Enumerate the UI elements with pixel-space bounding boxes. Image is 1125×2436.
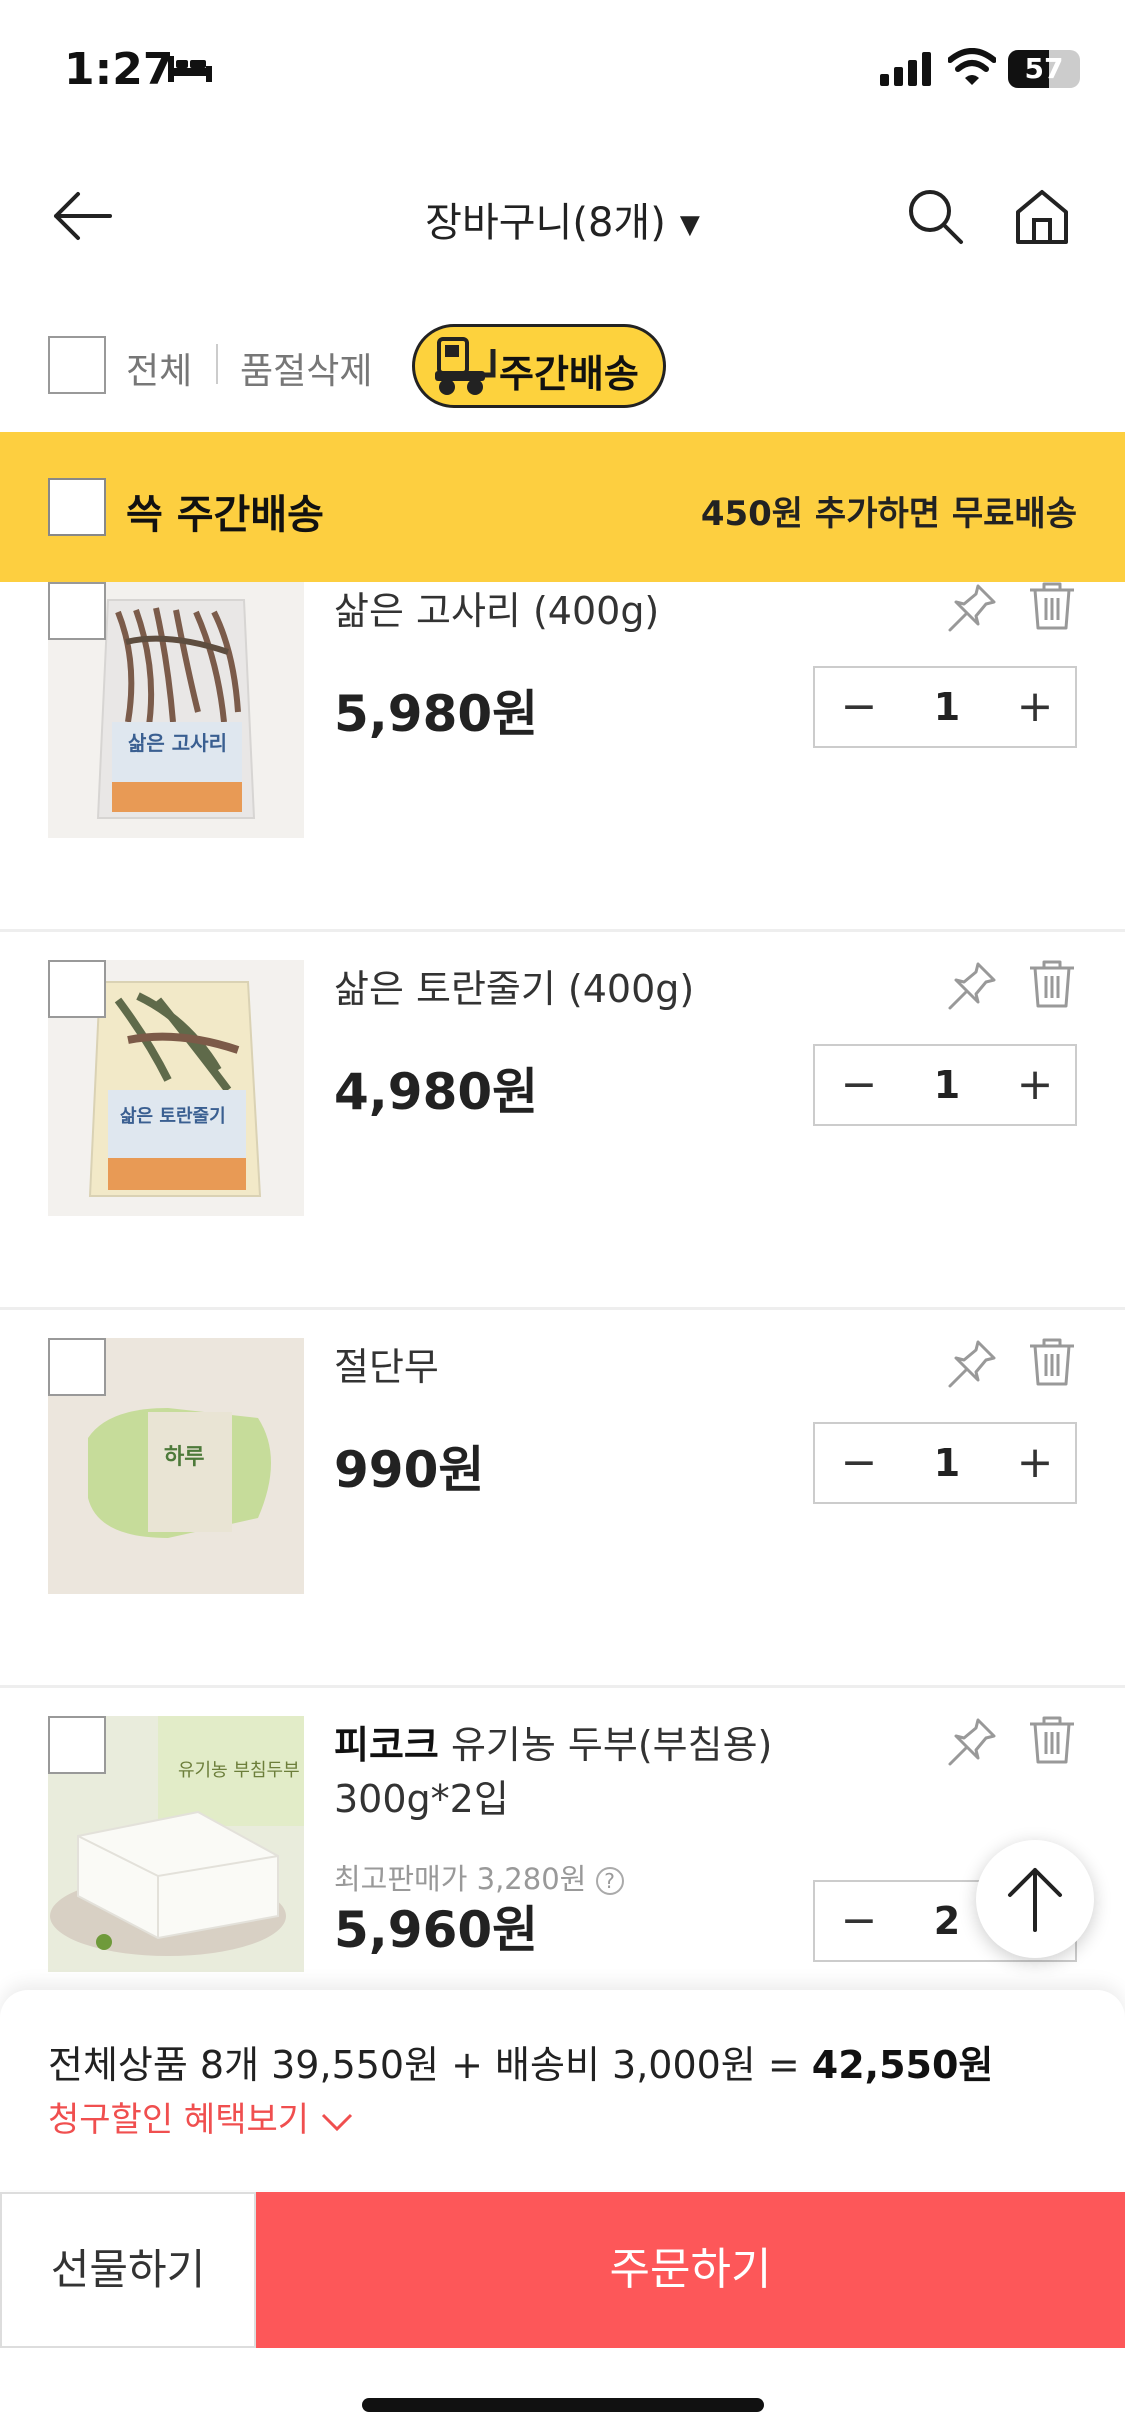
order-summary: 전체상품 8개 39,550원 + 배송비 3,000원 = 42,550원 청…: [0, 1990, 1125, 2190]
product-name[interactable]: 절단무: [334, 1340, 924, 1394]
product-price: 5,960원: [334, 1901, 539, 1959]
product-image-label: 삶은 고사리: [128, 731, 227, 755]
filter-row: 전체 품절삭제 주간배송: [0, 320, 1125, 420]
weekly-delivery-badge[interactable]: 주간배송: [412, 324, 666, 408]
forklift-icon: [435, 337, 496, 395]
signal-icon: [880, 52, 931, 86]
product-image-label: 하루: [164, 1445, 204, 1470]
order-button[interactable]: 주문하기: [256, 2192, 1125, 2348]
weekly-section-title: 쓱 주간배송: [126, 492, 324, 538]
wifi-icon: [948, 48, 996, 85]
status-bar: 1:27 57: [0, 0, 1125, 140]
cart-item: 삶은 토란줄기 삶은 토란줄기 (400g) 4,980원 − 1 +: [0, 932, 1125, 1310]
info-icon[interactable]: ?: [595, 1867, 624, 1895]
weekly-section-checkbox[interactable]: [48, 478, 106, 536]
summary-breakdown: 전체상품 8개 39,550원 + 배송비 3,000원 =: [48, 2043, 812, 2087]
item-checkbox[interactable]: [48, 1716, 106, 1774]
gift-button[interactable]: 선물하기: [0, 2192, 256, 2348]
product-name[interactable]: 삶은 고사리 (400g): [334, 584, 924, 638]
pin-icon[interactable]: [944, 958, 1000, 1014]
dropdown-caret-icon: ▼: [679, 210, 700, 240]
cart-item: 유기농 부침두부 피코크 유기농 두부(부침용) 300g*2입 최고판매가 3…: [0, 1688, 1125, 1992]
increase-quantity-button[interactable]: +: [991, 668, 1079, 746]
weekly-badge-label: 주간배송: [499, 352, 639, 396]
decrease-quantity-button[interactable]: −: [815, 1424, 903, 1502]
item-checkbox[interactable]: [48, 582, 106, 640]
product-price: 990원: [334, 1441, 485, 1499]
product-brand: 피코크: [334, 1723, 439, 1767]
app-header: 장바구니(8개) ▼: [0, 160, 1125, 270]
cart-item: 하루 절단무 990원 − 1 +: [0, 1310, 1125, 1688]
select-all-checkbox[interactable]: [48, 336, 106, 394]
product-price: 4,980원: [334, 1063, 539, 1121]
decrease-quantity-button[interactable]: −: [815, 1882, 903, 1960]
trash-icon[interactable]: [1026, 1714, 1078, 1766]
increase-quantity-button[interactable]: +: [991, 1046, 1079, 1124]
free-shipping-notice: 450원 추가하면 무료배송: [700, 494, 1077, 534]
filter-divider: [216, 344, 218, 384]
status-time: 1:27: [64, 44, 174, 95]
quantity-stepper: − 1 +: [813, 666, 1077, 748]
quantity-stepper: − 1 +: [813, 1044, 1077, 1126]
product-image-label: 유기농 부침두부: [178, 1760, 300, 1781]
increase-quantity-button[interactable]: +: [991, 1424, 1079, 1502]
battery-level: 57: [1024, 52, 1064, 85]
quantity-stepper: − 1 +: [813, 1422, 1077, 1504]
trash-icon[interactable]: [1026, 958, 1078, 1010]
pin-icon[interactable]: [944, 1714, 1000, 1770]
product-name-wrapper[interactable]: 피코크 유기농 두부(부침용) 300g*2입: [334, 1718, 924, 1826]
battery-indicator: 57: [1008, 50, 1080, 88]
page-title: 장바구니(8개): [425, 200, 666, 246]
delete-soldout-button[interactable]: 품절삭제: [240, 342, 372, 394]
trash-icon[interactable]: [1026, 582, 1078, 632]
search-icon[interactable]: [905, 186, 965, 246]
quantity-value: 1: [933, 1441, 961, 1485]
decrease-quantity-button[interactable]: −: [815, 668, 903, 746]
product-price: 5,980원: [334, 685, 539, 743]
summary-total: 42,550원: [811, 2043, 994, 2087]
product-name[interactable]: 삶은 토란줄기 (400g): [334, 962, 924, 1016]
cart-list: 삶은 고사리 삶은 고사리 (400g) 5,980원 − 1 + 삶은 토란줄…: [0, 582, 1125, 1992]
item-checkbox[interactable]: [48, 960, 106, 1018]
pin-icon[interactable]: [944, 1336, 1000, 1392]
home-indicator: [362, 2398, 764, 2412]
card-discount-link[interactable]: 청구할인 혜택보기: [48, 2092, 354, 2141]
item-checkbox[interactable]: [48, 1338, 106, 1396]
select-all-label[interactable]: 전체: [126, 342, 192, 394]
product-image-label: 삶은 토란줄기: [120, 1106, 226, 1127]
pin-icon[interactable]: [944, 582, 1000, 636]
home-icon[interactable]: [1012, 186, 1072, 246]
quantity-value: 1: [933, 685, 961, 729]
scroll-to-top-button[interactable]: [976, 1840, 1094, 1958]
bed-icon: [168, 56, 212, 82]
decrease-quantity-button[interactable]: −: [815, 1046, 903, 1124]
weekly-delivery-section: 쓱 주간배송 450원 추가하면 무료배송: [0, 432, 1125, 582]
summary-line: 전체상품 8개 39,550원 + 배송비 3,000원 = 42,550원: [48, 2034, 993, 2089]
arrow-up-icon: [1008, 1868, 1062, 1932]
discount-link-label: 청구할인 혜택보기: [48, 2100, 310, 2140]
chevron-down-icon: [321, 2113, 352, 2131]
trash-icon[interactable]: [1026, 1336, 1078, 1388]
cart-item: 삶은 고사리 삶은 고사리 (400g) 5,980원 − 1 +: [0, 582, 1125, 932]
quantity-value: 1: [933, 1063, 961, 1107]
